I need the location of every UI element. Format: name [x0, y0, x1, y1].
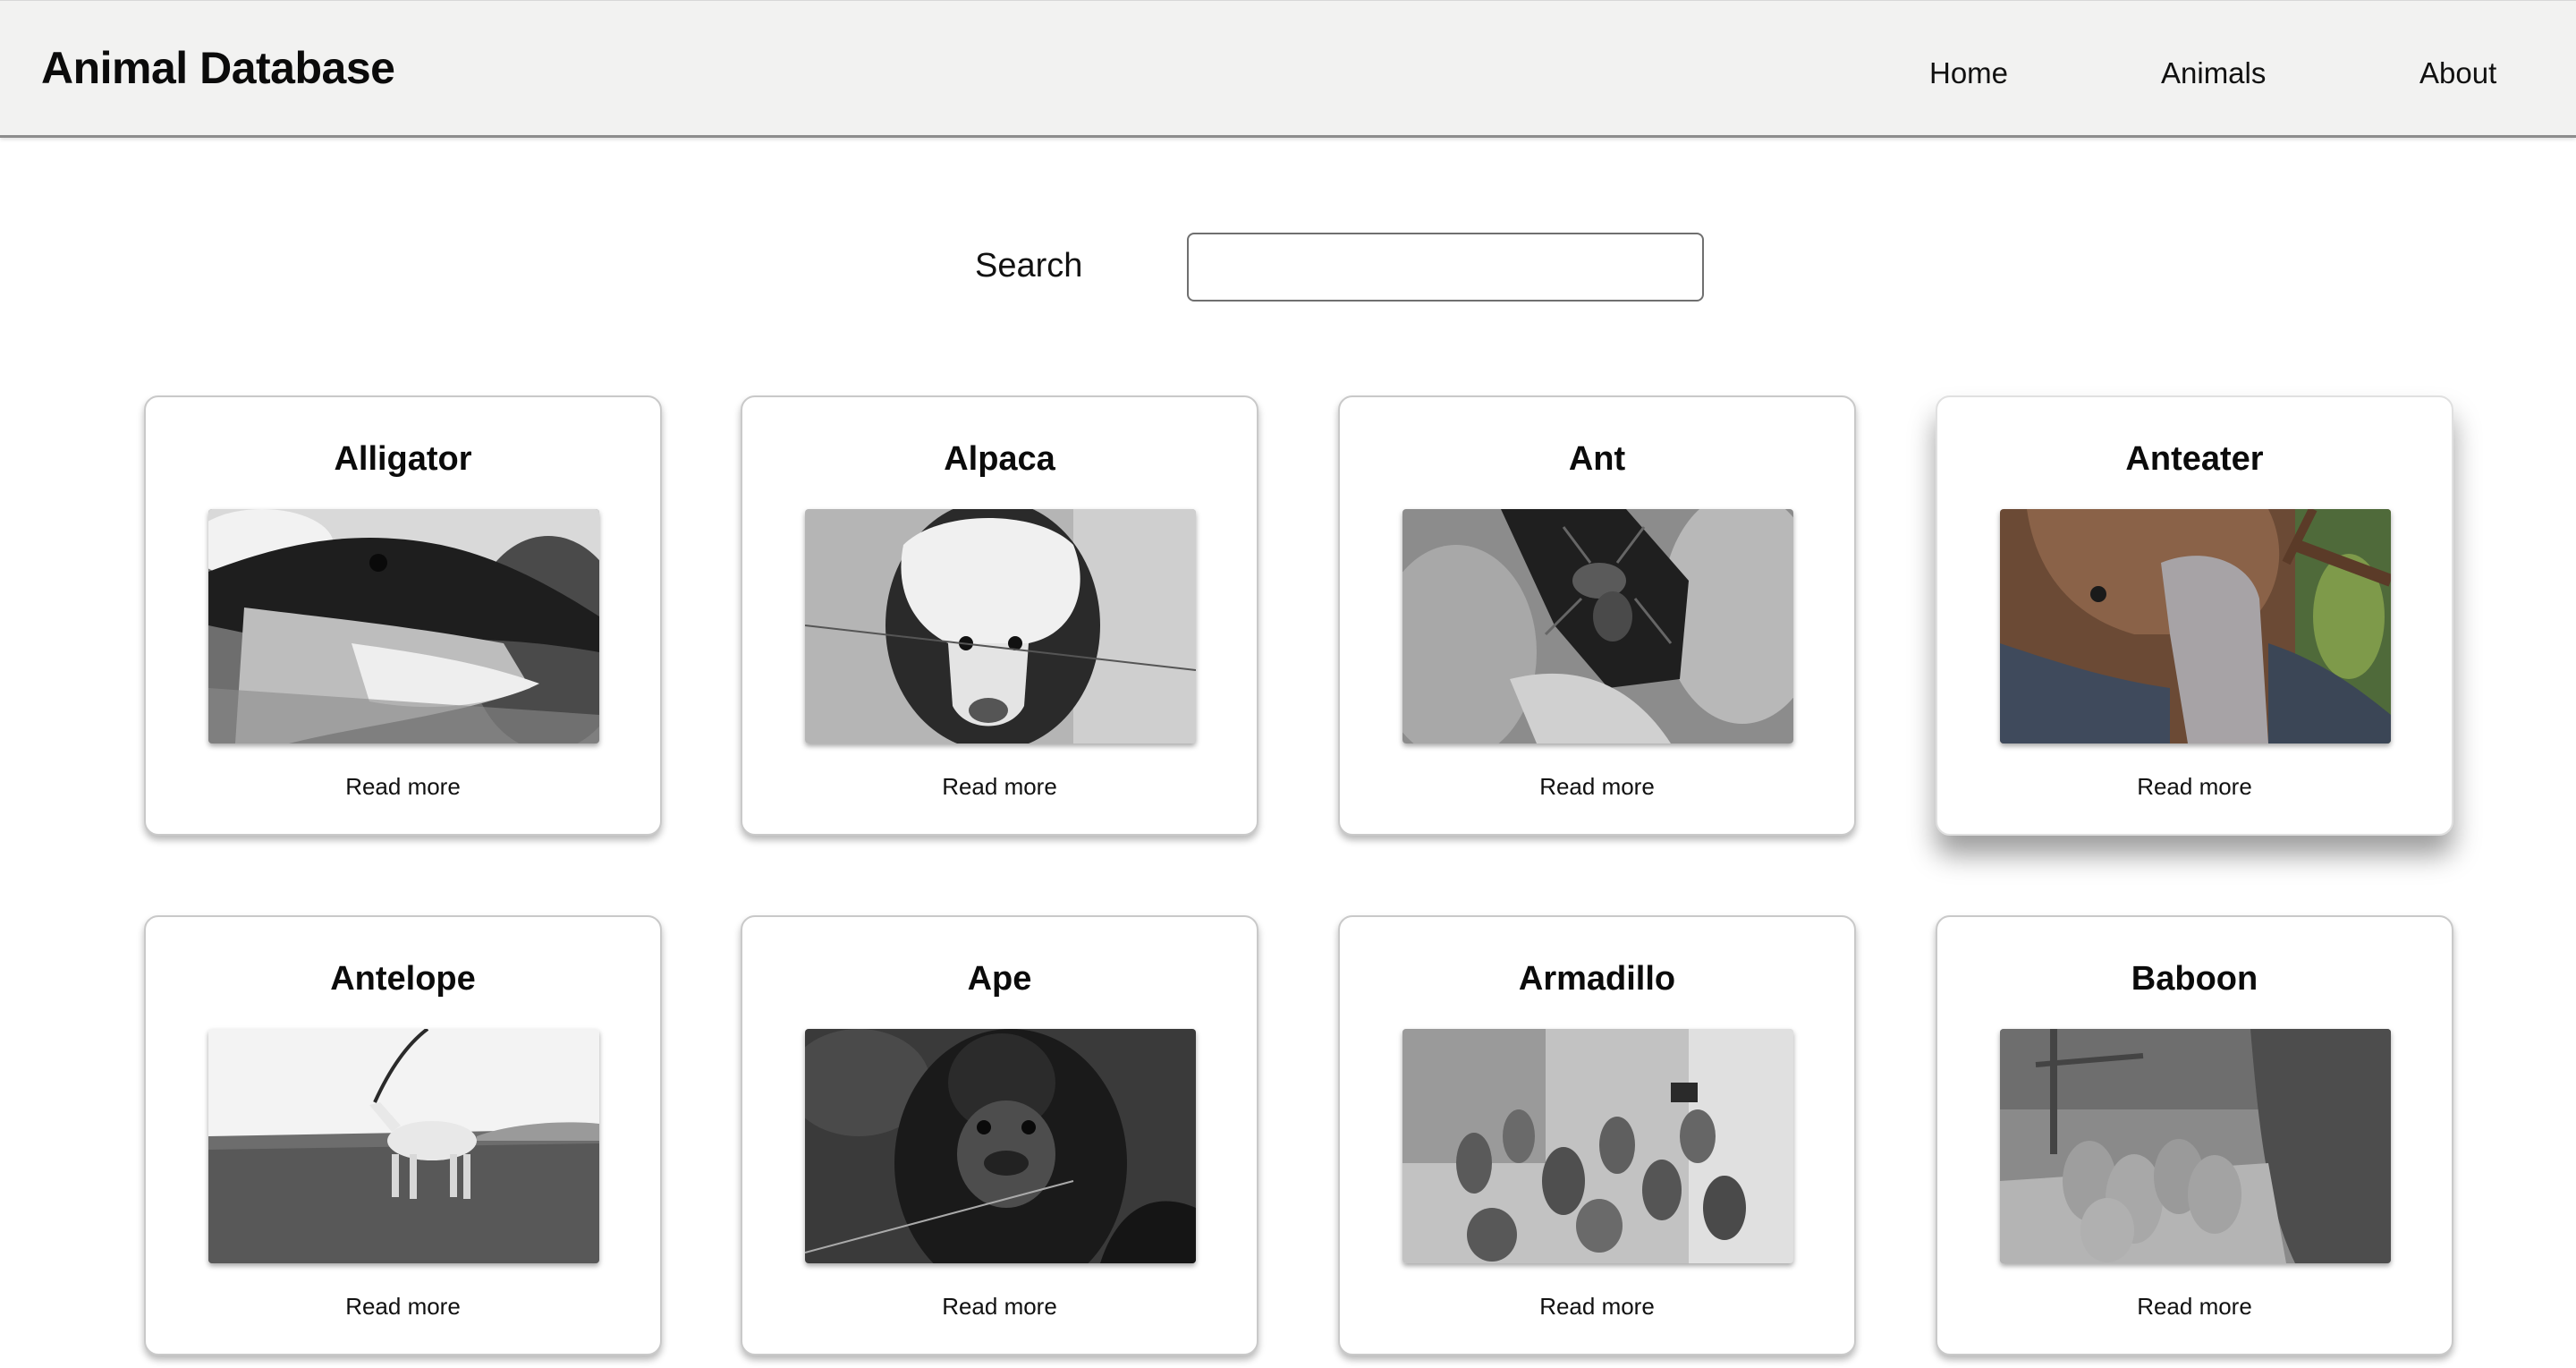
card-title: Antelope: [330, 960, 476, 998]
read-more-link[interactable]: Read more: [1340, 1293, 1854, 1321]
nav-link-home[interactable]: Home: [1929, 56, 2008, 90]
read-more-link[interactable]: Read more: [1937, 773, 2452, 801]
read-more-link[interactable]: Read more: [146, 1293, 660, 1321]
animal-card-alpaca[interactable]: Alpaca Read more: [741, 395, 1258, 836]
card-title: Ape: [967, 960, 1032, 998]
animal-card-alligator[interactable]: Alligator Read more: [144, 395, 662, 836]
nav-link-about[interactable]: About: [2419, 56, 2496, 90]
read-more-link[interactable]: Read more: [1340, 773, 1854, 801]
alligator-photo[interactable]: [208, 509, 599, 743]
animal-card-ant[interactable]: Ant Read more: [1338, 395, 1856, 836]
read-more-link[interactable]: Read more: [146, 773, 660, 801]
nav-link-animals[interactable]: Animals: [2161, 56, 2266, 90]
ape-photo[interactable]: [805, 1029, 1196, 1263]
read-more-link[interactable]: Read more: [742, 1293, 1257, 1321]
card-title: Ant: [1568, 440, 1626, 478]
armadillo-photo[interactable]: [1402, 1029, 1793, 1263]
site-title[interactable]: Animal Database: [41, 42, 395, 94]
animal-card-ape[interactable]: Ape Read more: [741, 915, 1258, 1355]
top-navbar: Animal Database Home Animals About: [0, 0, 2576, 138]
card-title: Alligator: [334, 440, 472, 478]
animal-card-antelope[interactable]: Antelope Read more: [144, 915, 662, 1355]
animal-card-armadillo[interactable]: Armadillo Read more: [1338, 915, 1856, 1355]
alpaca-photo[interactable]: [805, 509, 1196, 743]
card-title: Baboon: [2131, 960, 2258, 998]
search-input[interactable]: [1187, 233, 1704, 302]
antelope-photo[interactable]: [208, 1029, 599, 1263]
read-more-link[interactable]: Read more: [742, 773, 1257, 801]
anteater-photo[interactable]: [2000, 509, 2391, 743]
baboon-photo[interactable]: [2000, 1029, 2391, 1263]
search-label: Search: [975, 247, 1083, 285]
card-title: Armadillo: [1518, 960, 1676, 998]
read-more-link[interactable]: Read more: [1937, 1293, 2452, 1321]
animal-card-anteater[interactable]: Anteater Read more: [1936, 395, 2453, 836]
ant-photo[interactable]: [1402, 509, 1793, 743]
card-title: Anteater: [2125, 440, 2264, 478]
animal-card-baboon[interactable]: Baboon Read more: [1936, 915, 2453, 1355]
card-title: Alpaca: [944, 440, 1055, 478]
